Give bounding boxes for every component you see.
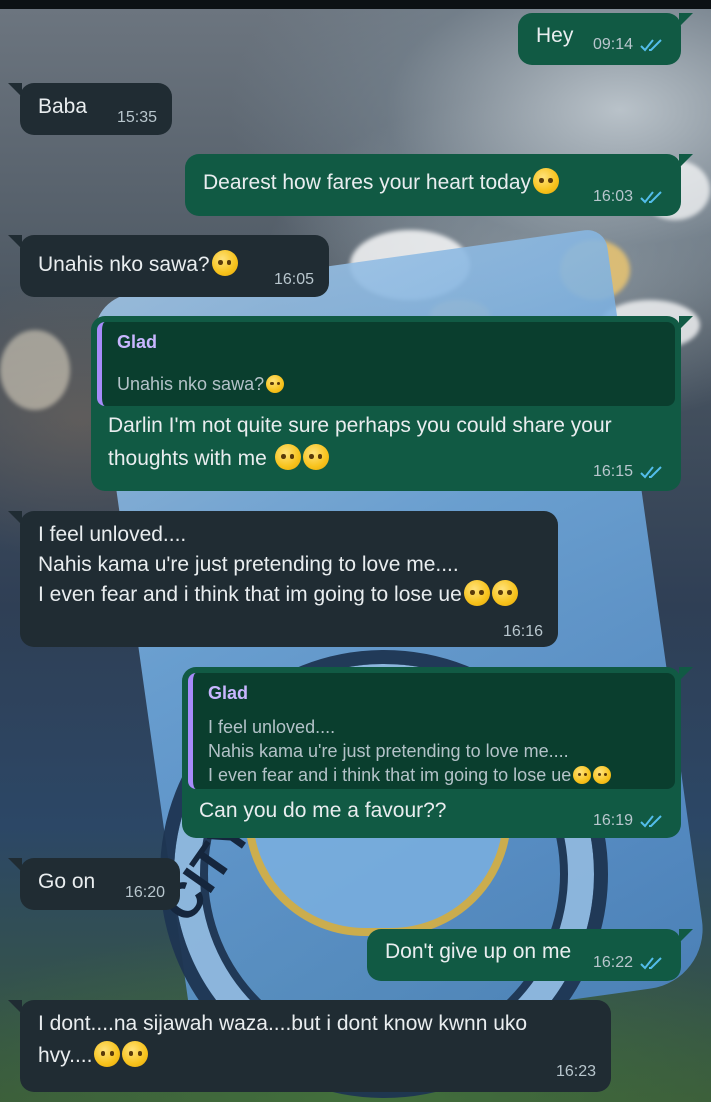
message-bubble-incoming[interactable]: Baba 15:35 xyxy=(8,83,172,135)
double-check-icon xyxy=(640,191,662,204)
double-check-icon xyxy=(640,466,662,479)
quoted-message[interactable]: Glad Unahis nko sawa? xyxy=(97,322,675,406)
message-meta: 16:15 xyxy=(593,463,667,481)
message-text: I even fear and i think that im going to… xyxy=(38,583,462,606)
message-text-row: Dearest how fares your heart today xyxy=(203,167,560,199)
smiling-face-emoji-icon xyxy=(533,168,560,194)
weary-face-emoji-icon xyxy=(122,1041,149,1067)
message-text-row: hvy.... xyxy=(38,1040,149,1072)
message-bubble-incoming[interactable]: Unahis nko sawa? 16:05 xyxy=(8,235,329,297)
message-bubble-incoming[interactable]: I dont....na sijawah waza....but i dont … xyxy=(8,1000,611,1092)
message-bubble-outgoing[interactable]: Hey 09:14 xyxy=(518,13,693,65)
message-meta: 09:14 xyxy=(593,36,667,54)
message-text-row: I even fear and i think that im going to… xyxy=(38,579,518,611)
message-text: Baba xyxy=(38,95,88,118)
message-meta: 16:22 xyxy=(593,954,667,972)
quoted-text-row: Unahis nko sawa? xyxy=(117,374,285,395)
message-text: I feel unloved.... xyxy=(38,523,187,546)
message-meta: 16:19 xyxy=(593,812,667,830)
message-text: I dont....na sijawah waza....but i dont … xyxy=(38,1012,528,1035)
double-check-icon xyxy=(640,957,662,970)
message-text: Hey xyxy=(536,24,574,47)
pleading-face-emoji-icon xyxy=(573,766,592,784)
status-bar-edge xyxy=(0,0,711,9)
quoted-text: Nahis kama u're just pretending to love … xyxy=(208,741,569,761)
message-text: Don't give up on me xyxy=(385,940,572,963)
pleading-face-emoji-icon xyxy=(211,250,238,276)
pleading-face-emoji-icon xyxy=(266,375,285,393)
weary-face-emoji-icon xyxy=(491,580,518,606)
message-text: Can you do me a favour?? xyxy=(199,799,447,822)
message-text: Go on xyxy=(38,870,96,893)
message-bubble-outgoing-reply[interactable]: Glad Unahis nko sawa? Darlin I'm not qui… xyxy=(91,316,693,491)
message-time: 16:16 xyxy=(502,623,543,640)
message-bubble-outgoing-reply[interactable]: Glad I feel unloved.... Nahis kama u're … xyxy=(182,667,693,838)
message-bubble-incoming[interactable]: Go on 16:20 xyxy=(8,858,180,910)
message-bubble-outgoing[interactable]: Don't give up on me 16:22 xyxy=(367,929,693,981)
weary-face-emoji-icon xyxy=(593,766,612,784)
face-holding-back-tears-emoji-icon xyxy=(274,444,301,470)
message-time: 16:20 xyxy=(124,884,165,901)
message-text: Unahis nko sawa? xyxy=(38,253,210,276)
quoted-text: I feel unloved.... xyxy=(208,717,336,737)
message-text: Nahis kama u're just pretending to love … xyxy=(38,553,459,576)
message-time: 16:19 xyxy=(592,812,633,829)
pleading-face-emoji-icon xyxy=(463,580,490,606)
message-time: 16:22 xyxy=(592,954,633,971)
message-text: Dearest how fares your heart today xyxy=(203,171,532,194)
message-time: 16:15 xyxy=(592,463,633,480)
message-bubble-incoming[interactable]: I feel unloved.... Nahis kama u're just … xyxy=(8,511,558,647)
quoted-message[interactable]: Glad I feel unloved.... Nahis kama u're … xyxy=(188,673,675,789)
message-time: 15:35 xyxy=(116,109,157,126)
message-time: 16:05 xyxy=(273,271,314,288)
message-text-row: thoughts with me xyxy=(108,443,329,475)
double-check-icon xyxy=(640,815,662,828)
message-time: 16:23 xyxy=(555,1063,596,1080)
message-text: Darlin I'm not quite sure perhaps you co… xyxy=(108,414,612,437)
quoted-text-row: I even fear and i think that im going to… xyxy=(208,765,612,786)
message-time: 16:03 xyxy=(592,188,633,205)
quoted-author: Glad xyxy=(208,683,249,703)
pleading-face-emoji-icon xyxy=(94,1041,121,1067)
quoted-text: Unahis nko sawa? xyxy=(117,374,265,394)
quoted-author: Glad xyxy=(117,332,158,352)
message-meta: 16:03 xyxy=(593,188,667,206)
message-time: 09:14 xyxy=(592,36,633,53)
face-holding-back-tears-emoji-icon xyxy=(302,444,329,470)
bokeh-light xyxy=(0,330,70,410)
double-check-icon xyxy=(640,39,662,52)
message-bubble-outgoing[interactable]: Dearest how fares your heart today 16:03 xyxy=(185,154,693,216)
message-text: hvy.... xyxy=(38,1044,93,1067)
message-text-row: Unahis nko sawa? xyxy=(38,249,238,281)
message-text: thoughts with me xyxy=(108,447,267,470)
quoted-text: I even fear and i think that im going to… xyxy=(208,765,572,785)
